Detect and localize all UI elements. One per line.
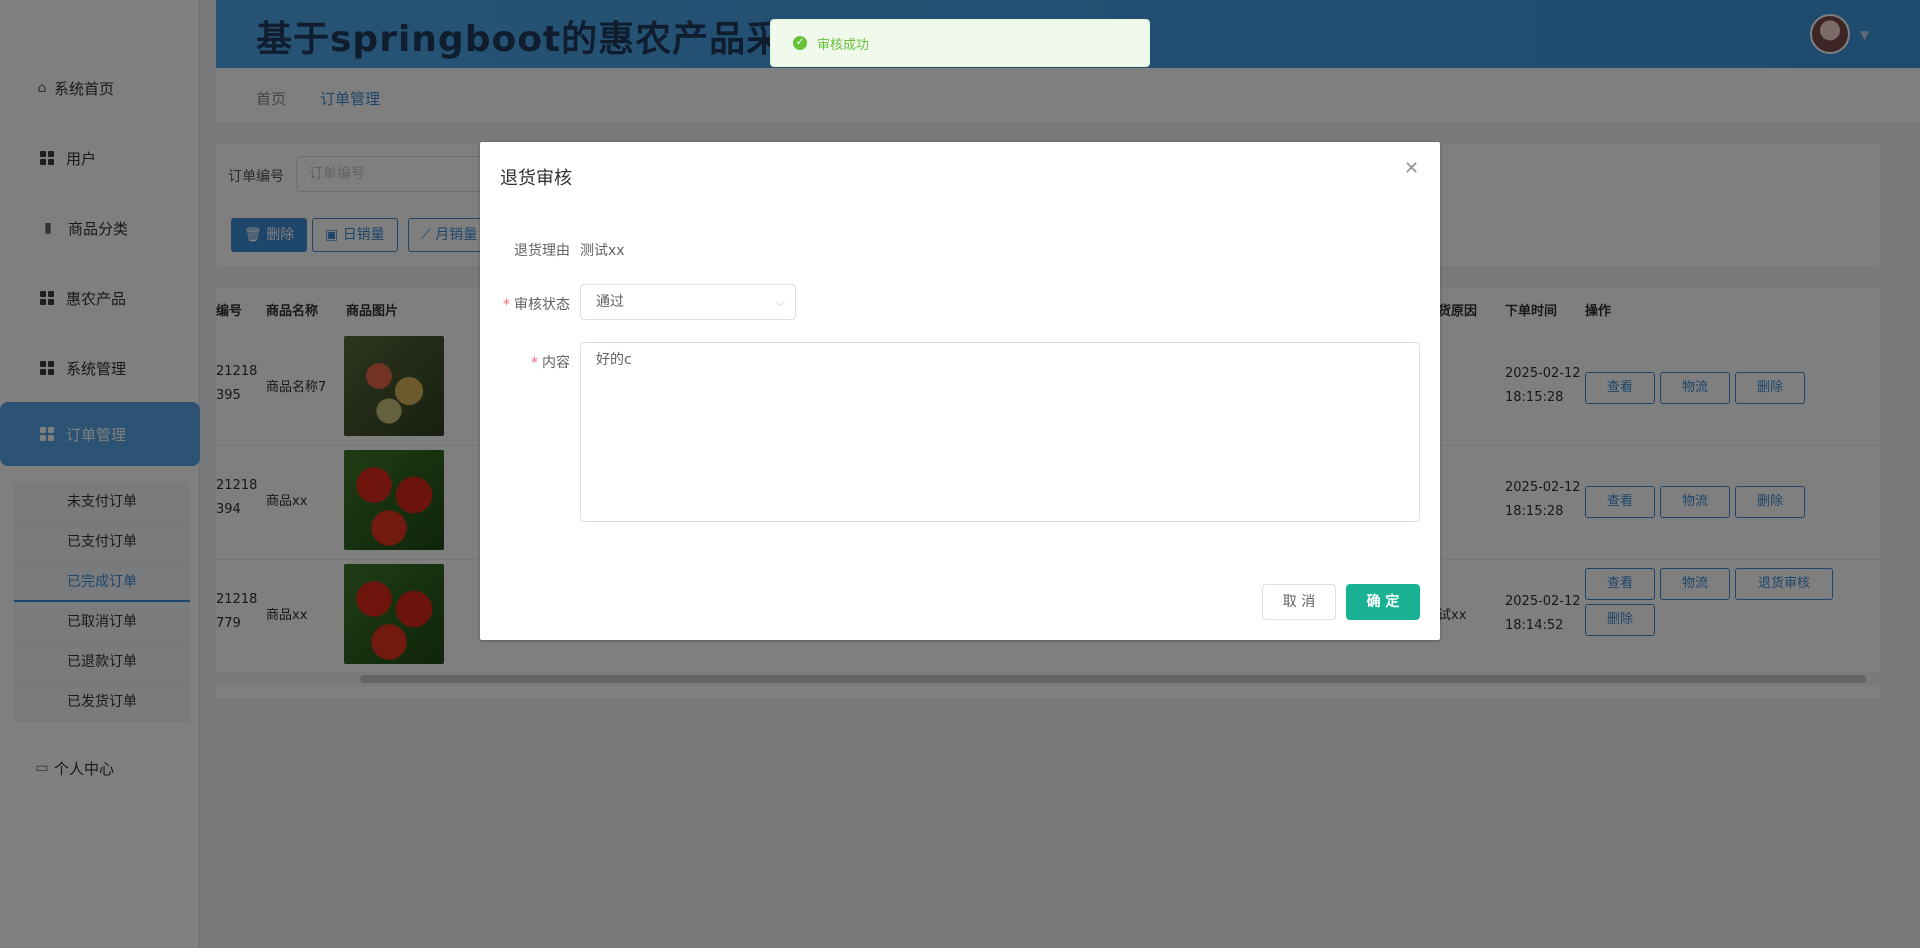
check-circle-icon: ✓	[793, 36, 807, 50]
status-select[interactable]: 通过 ⌵	[580, 284, 796, 320]
status-select-value: 通过	[596, 294, 624, 310]
success-toast: ✓ 审核成功	[770, 19, 1150, 67]
cancel-button[interactable]: 取 消	[1262, 584, 1336, 620]
toast-message: 审核成功	[817, 37, 870, 53]
status-label: * 审核状态	[503, 297, 570, 313]
return-review-dialog: 退货审核 ✕ 退货理由 测试xx * 审核状态 通过 ⌵ * 内容 好的c 取 消 …	[480, 142, 1440, 640]
content-textarea[interactable]: 好的c	[580, 342, 1420, 522]
close-icon[interactable]: ✕	[1404, 158, 1419, 179]
reason-value: 测试xx	[580, 243, 625, 259]
chevron-down-icon: ⌵	[775, 295, 785, 309]
reason-label: 退货理由	[514, 243, 570, 259]
content-label: * 内容	[531, 355, 570, 371]
confirm-button[interactable]: 确 定	[1346, 584, 1420, 620]
dialog-title: 退货审核	[500, 168, 572, 189]
